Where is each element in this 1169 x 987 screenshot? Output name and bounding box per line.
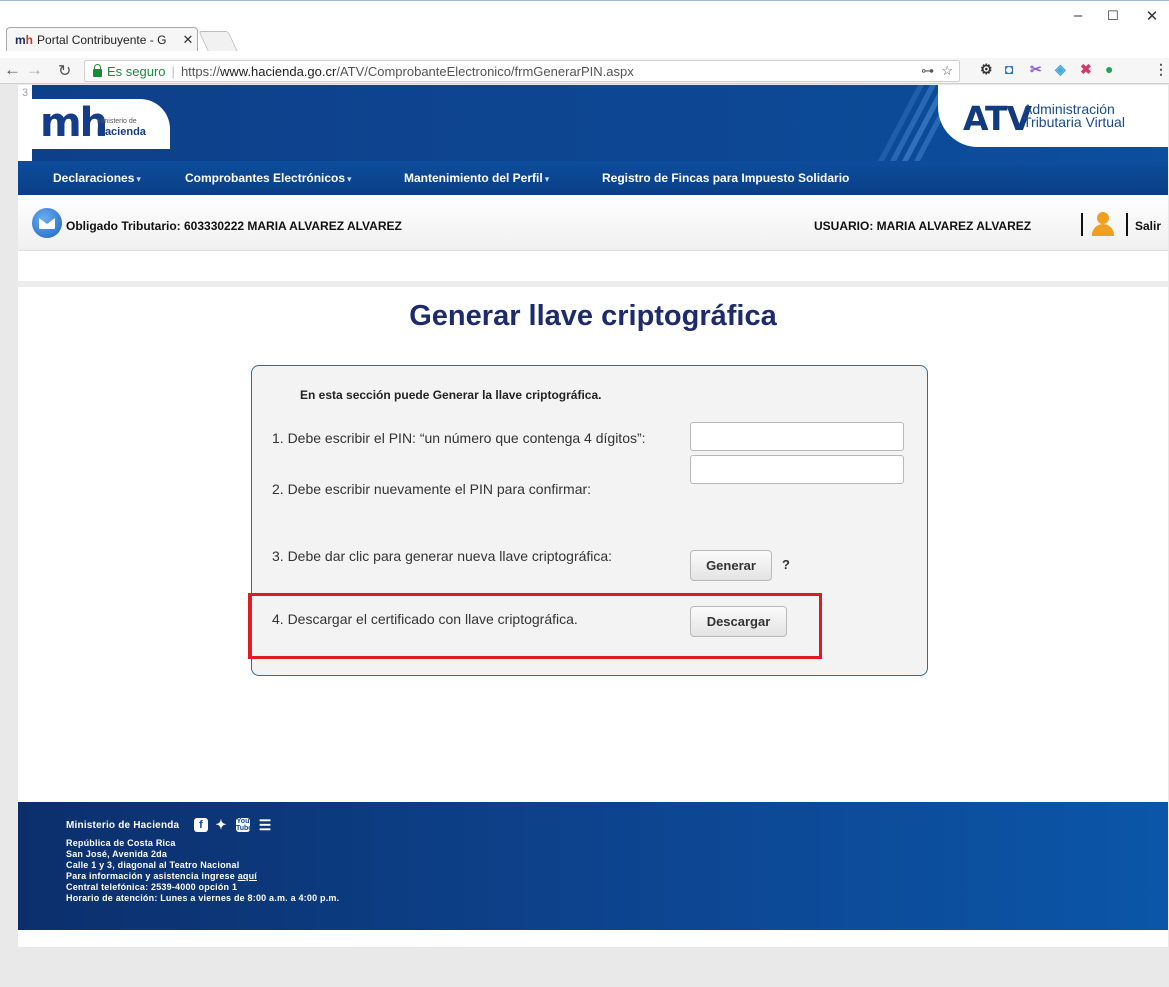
extension-gear-icon[interactable]: ⚙ [980, 61, 993, 78]
step2-label: 2. Debe escribir nuevamente el PIN para … [272, 481, 592, 497]
avatar-body [1092, 224, 1114, 236]
section-divider [18, 281, 1168, 287]
youtube-icon[interactable]: You Tube [236, 818, 252, 832]
url-text: https://www.hacienda.go.cr/ATV/Comproban… [181, 64, 634, 79]
banner-stripes-graphic [878, 85, 948, 161]
extension-pushbullet-icon[interactable]: ◈ [1055, 61, 1066, 78]
atv-logo-text: Administración Tributaria Virtual [1023, 102, 1125, 130]
menu-label: Registro de Fincas para Impuesto Solidar… [602, 171, 850, 185]
address-bar[interactable]: Es seguro | https://www.hacienda.go.cr/A… [84, 60, 960, 82]
highlight-box [248, 593, 822, 659]
lock-icon [93, 63, 102, 77]
key-icon[interactable]: ⊶ [921, 63, 934, 78]
footer-line: San José, Avenida 2da [66, 849, 168, 859]
browser-menu-icon[interactable]: ⋮ [1154, 61, 1168, 78]
menu-label: Declaraciones [53, 171, 135, 185]
facebook-icon[interactable]: f [194, 818, 208, 832]
footer-line-info: Para información y asistencia ingrese aq… [66, 871, 257, 881]
main-menu: Declaraciones ▾ Comprobantes Electrónicos… [18, 161, 1168, 195]
address-separator: | [171, 63, 175, 79]
bookmark-star-icon[interactable]: ☆ [941, 63, 953, 78]
atv-line2: Tributaria Virtual [1023, 114, 1125, 130]
tab-close-icon[interactable]: ✕ [179, 32, 197, 48]
menu-item-declaraciones[interactable]: Declaraciones ▾ [53, 171, 141, 185]
extension-cross-icon[interactable]: ✖ [1080, 61, 1092, 78]
footer-line: República de Costa Rica [66, 838, 176, 848]
extension-square-icon[interactable]: ◘ [1005, 61, 1013, 77]
maximize-icon[interactable]: ☐ [1103, 8, 1123, 24]
extension-grammarly-icon[interactable]: ● [1105, 61, 1113, 77]
menu-item-comprobantes[interactable]: Comprobantes Electrónicos ▾ [185, 171, 352, 185]
footer-line: Central telefónica: 2539-4000 opción 1 [66, 882, 238, 892]
logout-link[interactable]: Salir [1135, 219, 1161, 233]
generar-button[interactable]: Generar [690, 550, 772, 581]
pin-input[interactable] [690, 422, 904, 451]
chevron-down-icon: ▾ [544, 174, 550, 184]
logo-big-text: Hacienda [97, 125, 146, 138]
chevron-down-icon: ▾ [136, 174, 141, 184]
avatar-head [1097, 212, 1109, 224]
browser-toolbar: ← → ↻ Es seguro | https://www.hacienda.g… [0, 58, 1169, 84]
menu-item-mantenimiento[interactable]: Mantenimiento del Perfil ▾ [404, 171, 549, 185]
browser-tab[interactable]: mh Portal Contribuyente - G ✕ [6, 27, 198, 51]
site-banner: 3 mh Ministerio de Hacienda ATV Administ… [18, 85, 1168, 161]
logo-caption: Ministerio de Hacienda [97, 118, 146, 138]
footer-line: Calle 1 y 3, diagonal al Teatro Nacional [66, 860, 240, 870]
pin-confirm-input[interactable] [690, 455, 904, 484]
hacienda-favicon-icon: mh [15, 32, 34, 47]
url-path: /ATV/ComprobanteElectronico/frmGenerarPI… [336, 63, 634, 79]
close-window-icon[interactable]: ✕ [1142, 7, 1162, 25]
footer-org: Ministerio de Hacienda [66, 820, 180, 831]
form-intro-text: En esta sección puede Generar la llave c… [300, 388, 602, 402]
help-icon[interactable]: ? [782, 557, 790, 572]
menu-item-registro-fincas[interactable]: Registro de Fincas para Impuesto Solidar… [602, 171, 849, 185]
browser-tabstrip: mh Portal Contribuyente - G ✕ – ☐ ✕ [0, 0, 1169, 58]
site-footer: Ministerio de Hacienda f ✦ You Tube ☰ Re… [18, 802, 1168, 930]
footer-line: Horario de atención: Lunes a viernes de … [66, 893, 340, 903]
secure-label: Es seguro [107, 63, 166, 79]
atv-logo: ATV [963, 99, 1032, 138]
step1-label: 1. Debe escribir el PIN: “un número que … [272, 430, 646, 446]
divider [1081, 213, 1083, 236]
forward-arrow-icon[interactable]: → [26, 60, 43, 80]
footer-info-text: Para información y asistencia ingrese [66, 871, 235, 881]
logo-small-text: Ministerio de [97, 118, 137, 125]
list-icon[interactable]: ☰ [258, 818, 272, 832]
banner-corner-number: 3 [22, 87, 29, 99]
tab-title: Portal Contribuyente - G [37, 32, 167, 47]
menu-label: Mantenimiento del Perfil [404, 171, 543, 185]
user-name: USUARIO: MARIA ALVAREZ ALVAREZ [814, 219, 1032, 233]
user-avatar-icon[interactable] [1090, 211, 1116, 237]
twitter-icon[interactable]: ✦ [214, 818, 228, 832]
page-title: Generar llave criptográfica [409, 300, 777, 332]
mail-icon[interactable] [32, 208, 62, 238]
step3-label: 3. Debe dar clic para generar nueva llav… [272, 548, 613, 564]
footer-aqui-link[interactable]: aquí [238, 871, 257, 881]
web-page: 3 mh Ministerio de Hacienda ATV Administ… [18, 85, 1168, 947]
minimize-icon[interactable]: – [1068, 7, 1088, 24]
chevron-down-icon: ▾ [347, 174, 352, 184]
omnibox-icons: ⊶ ☆ [921, 63, 953, 79]
reload-icon[interactable]: ↻ [58, 61, 71, 81]
extension-scissors-icon[interactable]: ✂ [1030, 61, 1042, 78]
divider [1126, 213, 1128, 236]
user-bar: Obligado Tributario: 603330222 MARIA ALV… [18, 195, 1168, 251]
new-tab-button[interactable] [198, 31, 238, 51]
url-host: www.hacienda.go.cr [219, 63, 337, 79]
url-scheme: https:// [180, 63, 220, 79]
menu-label: Comprobantes Electrónicos [185, 171, 346, 185]
back-arrow-icon[interactable]: ← [4, 60, 21, 80]
taxpayer-info: Obligado Tributario: 603330222 MARIA ALV… [66, 219, 402, 233]
